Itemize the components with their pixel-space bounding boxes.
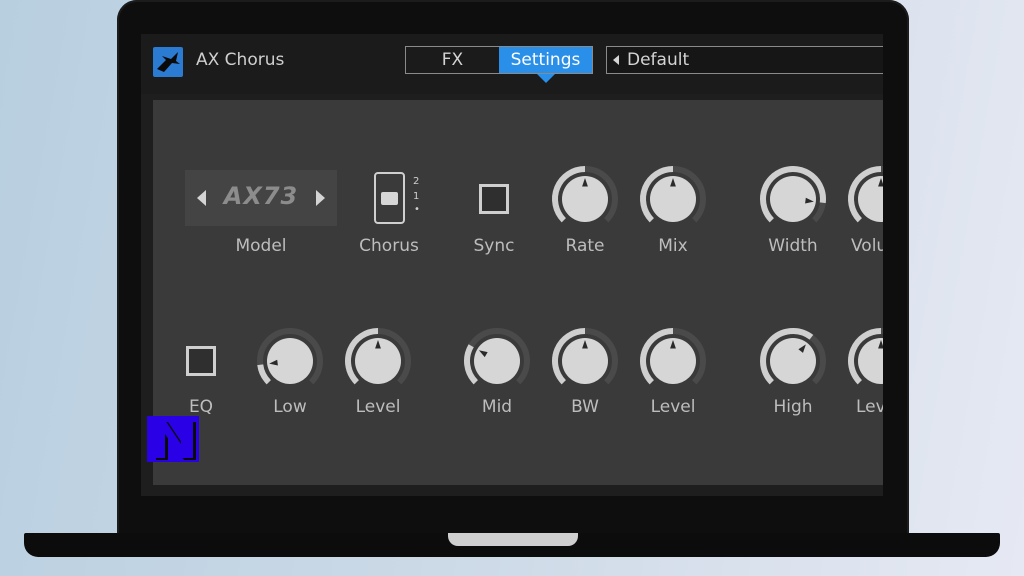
knob-face: [267, 338, 313, 384]
high-level-label: Lev: [856, 397, 883, 417]
title-bar: AX Chorus FX Settings Default: [141, 34, 883, 94]
model-prev-arrow-icon[interactable]: [197, 190, 206, 206]
rate-label: Rate: [565, 236, 605, 256]
mix-label: Mix: [658, 236, 688, 256]
volume-knob[interactable]: [846, 164, 883, 234]
knob-face: [858, 176, 883, 222]
tab-fx[interactable]: FX: [406, 47, 499, 73]
low-label: Low: [273, 397, 307, 417]
bw-label: BW: [571, 397, 599, 417]
letter-n-logo: [147, 416, 199, 462]
chorus-label: Chorus: [359, 236, 419, 256]
app-title: AX Chorus: [196, 50, 285, 70]
bird-icon: [153, 47, 183, 77]
tab-group: FX Settings: [405, 46, 593, 74]
chorus-switch-thumb[interactable]: [381, 192, 398, 205]
active-tab-pointer: [537, 74, 555, 83]
low-knob[interactable]: [255, 326, 325, 396]
eq-checkbox[interactable]: [186, 346, 216, 376]
model-value: AX73: [223, 182, 299, 210]
settings-panel: AX73 Model 2 1 • Chorus Sync Rate Mix Wi…: [153, 100, 883, 485]
sync-checkbox[interactable]: [479, 184, 509, 214]
sync-label: Sync: [473, 236, 515, 256]
high-label: High: [773, 397, 813, 417]
tab-settings[interactable]: Settings: [499, 47, 592, 73]
knob-face: [770, 338, 816, 384]
preset-name: Default: [627, 50, 690, 70]
rate-knob[interactable]: [550, 164, 620, 234]
mid-label: Mid: [481, 397, 513, 417]
eq-label: EQ: [188, 397, 214, 417]
knob-face: [474, 338, 520, 384]
chorus-mark-off: •: [414, 204, 420, 215]
mid-knob[interactable]: [462, 326, 532, 396]
preset-selector[interactable]: Default: [606, 46, 883, 74]
low-level-label: Level: [355, 397, 401, 417]
mid-level-label: Level: [650, 397, 696, 417]
bw-knob[interactable]: [550, 326, 620, 396]
chorus-mark-2: 2: [413, 176, 420, 187]
preset-prev-arrow-icon[interactable]: [613, 55, 619, 65]
laptop-notch: [448, 533, 578, 546]
chorus-mark-1: 1: [413, 191, 420, 202]
volume-label: Volu: [851, 236, 883, 256]
width-label: Width: [768, 236, 818, 256]
knob-value-arc: [257, 364, 272, 385]
high-knob[interactable]: [758, 326, 828, 396]
knob-face: [858, 338, 883, 384]
low-level-knob[interactable]: [343, 326, 413, 396]
width-knob[interactable]: [758, 164, 828, 234]
mid-level-knob[interactable]: [638, 326, 708, 396]
chorus-switch[interactable]: [374, 172, 405, 224]
model-label: Model: [235, 236, 287, 256]
knob-face: [770, 176, 816, 222]
model-next-arrow-icon[interactable]: [316, 190, 325, 206]
mix-knob[interactable]: [638, 164, 708, 234]
plugin-window: AX Chorus FX Settings Default AX73 Model…: [141, 34, 883, 496]
high-level-knob[interactable]: [846, 326, 883, 396]
model-selector[interactable]: AX73: [185, 170, 337, 226]
